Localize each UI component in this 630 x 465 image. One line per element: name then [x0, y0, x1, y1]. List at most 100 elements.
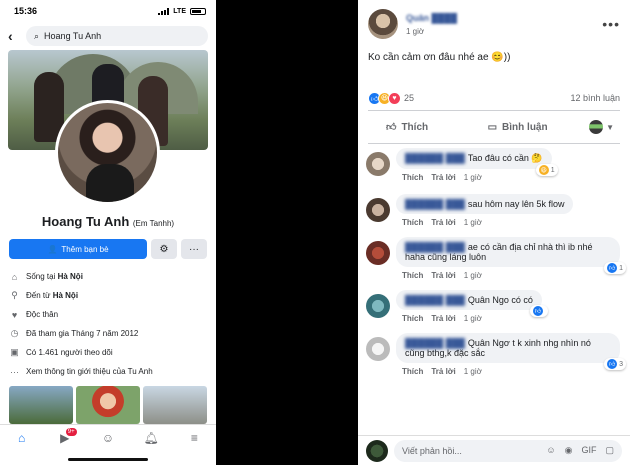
comment-item: ██████ ███ ae có cần địa chỉ nhà thì ib n…: [366, 237, 626, 280]
comment-bubble: ██████ ███ Tao đâu có cần 🤔 😆︎ 1: [396, 148, 558, 176]
comment-reply-link[interactable]: Trả lời: [431, 173, 455, 182]
comment-reaction[interactable]: 😆︎ 1: [535, 164, 558, 176]
comment-reply-link[interactable]: Trả lời: [431, 314, 455, 323]
sticker-icon[interactable]: ▢: [605, 445, 614, 456]
bell-icon: 🔔︎: [143, 430, 159, 445]
add-person-icon: 👤: [47, 244, 58, 254]
comment-bubble: ██████ ███ sau hôm nay lên 5k flow: [396, 194, 574, 214]
comment-bubble: ██████ ███ Quân Ngo có có 👍︎: [396, 290, 548, 317]
search-input[interactable]: ⌕ Hoang Tu Anh: [26, 26, 208, 46]
tab-notifications[interactable]: 🔔︎: [141, 428, 161, 448]
emoji-icon[interactable]: ☺: [546, 445, 555, 456]
like-reaction-icon: 👍︎: [607, 359, 618, 369]
commenter-avatar[interactable]: [366, 198, 390, 222]
comment-actions: Thích Trả lời 1 giờ: [396, 169, 620, 182]
like-button[interactable]: 👍︎ Thích: [368, 121, 446, 134]
status-time: 15:36: [14, 6, 38, 16]
info-row: ⚲ Đến từ Hà Nội: [9, 286, 207, 305]
comment-actions: Thích Trả lời 1 giờ: [396, 214, 620, 227]
commenter-name-blurred[interactable]: ██████ ███: [405, 295, 465, 305]
comment-time: 1 giờ: [463, 271, 482, 280]
post-time: 1 giờ: [406, 26, 425, 36]
comment-count[interactable]: 12 bình luận: [570, 93, 620, 103]
comment-reply-link[interactable]: Trả lời: [431, 218, 455, 227]
photo-thumbnail[interactable]: [9, 386, 73, 424]
info-text: Độc thân: [26, 310, 59, 319]
comment-reply-link[interactable]: Trả lời: [431, 271, 455, 280]
info-bold-text: Hà Nội: [52, 291, 79, 300]
commenter-name-blurred[interactable]: ██████ ███: [405, 242, 465, 252]
post-header: Quân ████ 1 giờ •••: [358, 0, 630, 48]
commenter-avatar[interactable]: [366, 294, 390, 318]
like-reaction-icon: 👍︎: [607, 263, 618, 273]
comment-bubble: ██████ ███ ae có cần địa chỉ nhà thì ib n…: [396, 237, 626, 274]
info-row[interactable]: ··· Xem thông tin giới thiệu của Tu Anh: [9, 362, 207, 381]
home-icon: ⌂: [17, 430, 26, 445]
comment-actions: Thích Trả lời 1 giờ: [396, 363, 620, 376]
info-text: Đến từ: [26, 291, 53, 300]
comment-text: Quân Ngo có có: [467, 295, 533, 305]
comment-like-link[interactable]: Thích: [402, 173, 423, 182]
info-text: Sống tại: [26, 272, 58, 281]
status-bar: 15:36 LTE: [0, 0, 216, 22]
commenter-avatar[interactable]: [366, 241, 390, 265]
post-options-icon[interactable]: •••: [602, 16, 620, 32]
tab-menu[interactable]: ≡: [184, 428, 204, 448]
gear-icon: ⚙: [159, 243, 169, 255]
comment-like-link[interactable]: Thích: [402, 271, 423, 280]
tab-home[interactable]: ⌂: [12, 428, 32, 448]
back-chevron-icon[interactable]: ‹: [8, 28, 20, 44]
comment-like-link[interactable]: Thích: [402, 218, 423, 227]
search-icon: ⌕: [34, 30, 40, 41]
comment-button[interactable]: ▭ Bình luận: [470, 122, 566, 133]
info-text: Xem thông tin giới thiệu của Tu Anh: [26, 367, 153, 376]
comment-reply-link[interactable]: Trả lời: [431, 367, 455, 376]
post-action-bar: 👍︎ Thích ▭ Bình luận ▼: [368, 110, 620, 144]
settings-button[interactable]: ⚙: [151, 239, 177, 259]
house-icon: ⌂: [11, 271, 18, 282]
comment-item: ██████ ███ Tao đâu có cần 🤔 😆︎ 1 Thích Trả lờ…: [366, 148, 620, 182]
comment-like-link[interactable]: Thích: [402, 367, 423, 376]
photo-thumbnail[interactable]: [76, 386, 140, 424]
tab-profile[interactable]: ☺: [98, 428, 118, 448]
comment-time: 1 giờ: [463, 218, 482, 227]
info-row: ▣ Có 1.461 người theo dõi: [9, 343, 207, 362]
add-friend-button[interactable]: 👤 Thêm bạn bè: [9, 239, 147, 259]
signal-icon: [158, 7, 170, 15]
like-reaction-icon: 👍︎: [532, 306, 543, 316]
info-text: Đã tham gia Tháng 7 năm 2012: [26, 329, 139, 338]
commenter-name-blurred[interactable]: ██████ ███: [405, 338, 465, 348]
heart-icon: ♥: [11, 309, 18, 320]
comment-text: sau hôm nay lên 5k flow: [467, 199, 565, 209]
author-avatar[interactable]: [368, 9, 398, 39]
reaction-summary[interactable]: 👍︎ 😆︎ ♥ 25 12 bình luận: [358, 86, 630, 110]
profile-avatar[interactable]: [55, 100, 160, 205]
gif-icon[interactable]: GIF: [581, 445, 596, 456]
love-reaction-icon: ♥: [388, 91, 401, 105]
commenter-name-blurred[interactable]: ██████ ███: [405, 153, 465, 163]
comment-composer: Viết phản hồi... ☺ ◉ GIF ▢: [358, 435, 630, 465]
comment-reaction[interactable]: 👍︎: [529, 305, 548, 317]
my-avatar: [366, 439, 388, 462]
comment-input[interactable]: Viết phản hồi... ☺ ◉ GIF ▢: [394, 439, 622, 462]
comment-bubble: ██████ ███ Quân Ngơ t k xinh nhg nhìn nó …: [396, 333, 626, 370]
video-badge: 9+: [65, 427, 77, 436]
info-bold-text: Hà Nội: [57, 272, 83, 281]
comment-like-link[interactable]: Thích: [402, 314, 423, 323]
reaction-audience-selector[interactable]: ▼: [589, 120, 620, 134]
photo-thumbnail[interactable]: [143, 386, 207, 424]
avatar-icon: [589, 120, 604, 134]
comment-reaction[interactable]: 👍︎ 3: [604, 358, 626, 370]
comment-reaction[interactable]: 👍︎ 1: [604, 262, 626, 274]
menu-icon: ≡: [190, 430, 198, 445]
camera-icon[interactable]: ◉: [565, 445, 573, 456]
more-button[interactable]: ···: [181, 239, 207, 259]
post-text: Ko cần cảm ơn đâu nhé ae 😊)): [368, 52, 511, 63]
commenter-avatar[interactable]: [366, 152, 390, 176]
commenter-name-blurred[interactable]: ██████ ███: [405, 199, 465, 209]
tab-watch[interactable]: ▶ 9+: [55, 427, 77, 448]
author-name-blurred[interactable]: Quân ████: [406, 13, 594, 23]
profile-info-list: ⌂ Sống tại Hà Nội ⚲ Đến từ Hà Nội ♥ Độc thân ◷…: [9, 267, 207, 381]
commenter-avatar[interactable]: [366, 337, 390, 361]
post-screen: Quân ████ 1 giờ ••• Ko cần cảm ơn đâu nh…: [358, 0, 630, 465]
